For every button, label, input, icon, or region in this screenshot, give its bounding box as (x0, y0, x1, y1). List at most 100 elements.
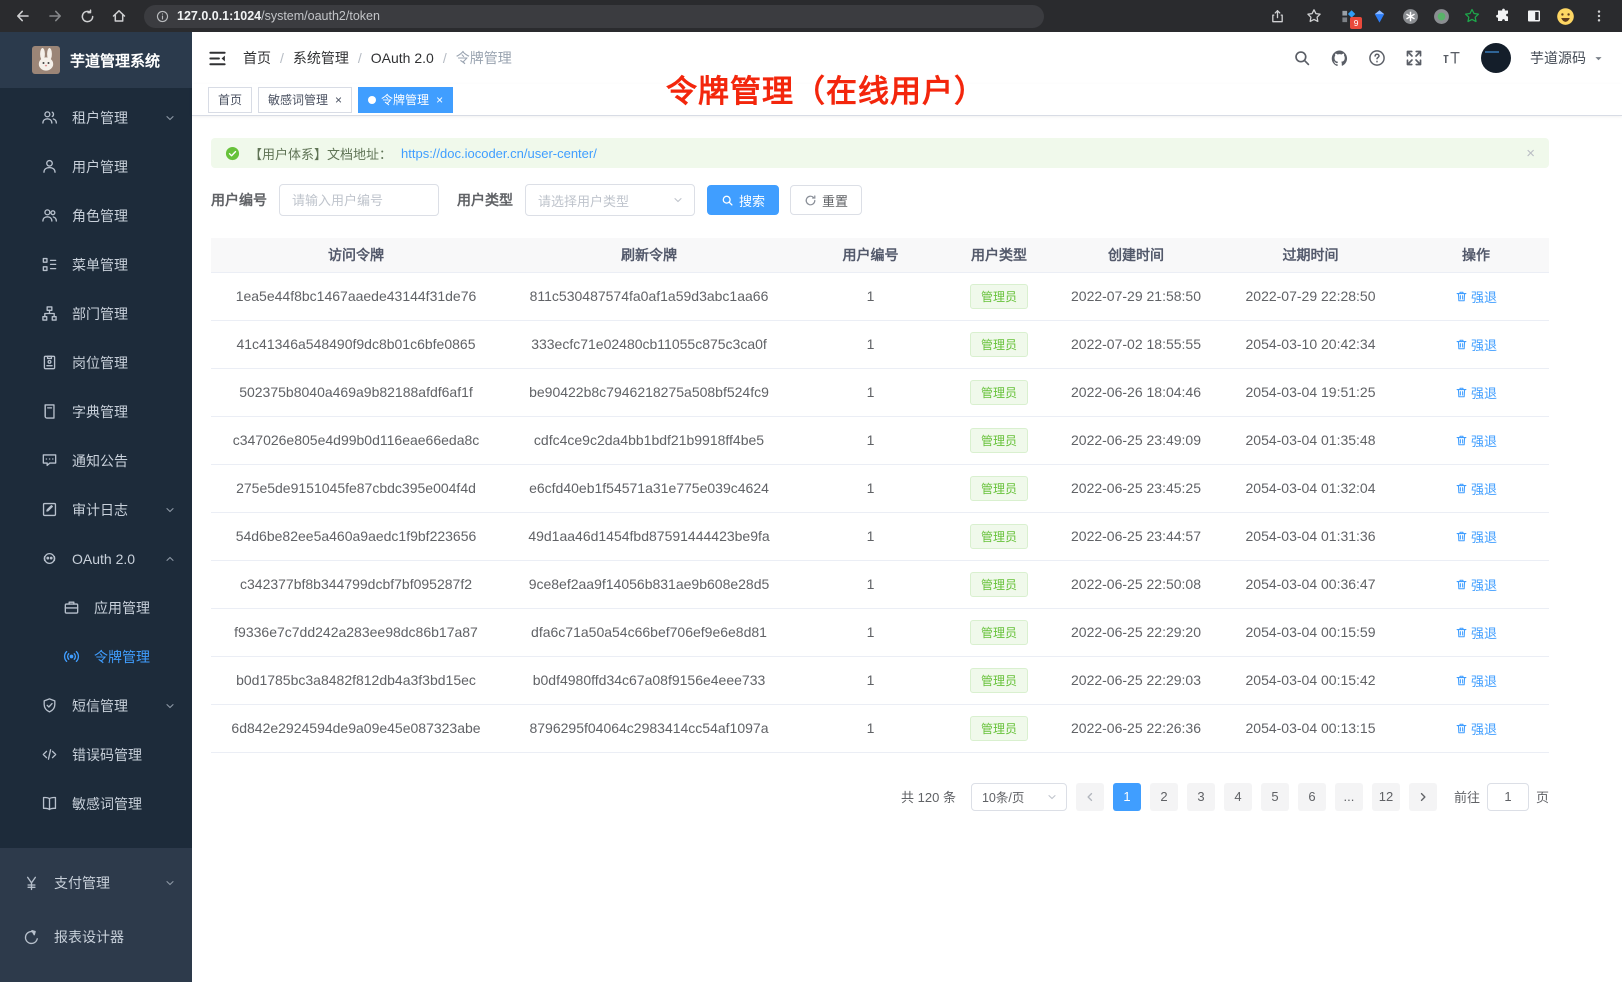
page-button-5[interactable]: 5 (1261, 783, 1289, 811)
address-bar[interactable]: 127.0.0.1:1024/system/oauth2/token (144, 5, 1044, 28)
page-size-select[interactable]: 10条/页 (971, 783, 1067, 811)
asterisk-extension-icon[interactable] (1400, 6, 1420, 26)
sidebar-item-dept[interactable]: 部门管理 (0, 289, 192, 338)
reset-button[interactable]: 重置 (790, 185, 862, 215)
page-button-6[interactable]: 6 (1298, 783, 1326, 811)
force-logout-button[interactable]: 强退 (1455, 335, 1497, 354)
user-type-badge: 管理员 (970, 668, 1028, 693)
user-type-badge: 管理员 (970, 476, 1028, 501)
site-info-icon[interactable] (156, 10, 169, 23)
page-ellipsis[interactable]: ... (1335, 783, 1363, 811)
tab-令牌管理[interactable]: 令牌管理× (358, 87, 453, 113)
reload-icon[interactable] (74, 4, 100, 28)
trash-icon (1455, 290, 1468, 303)
breadcrumb-item[interactable]: 系统管理 (293, 48, 349, 68)
goto-page-input[interactable] (1487, 783, 1529, 811)
sidebar-item-pay[interactable]: 支付管理 (0, 856, 192, 910)
sidebar-item-post[interactable]: 岗位管理 (0, 338, 192, 387)
sensitive-icon (40, 795, 58, 813)
tab-label: 敏感词管理 (268, 91, 328, 108)
force-logout-label: 强退 (1471, 335, 1497, 354)
bookmark-star-icon[interactable] (1301, 4, 1327, 28)
next-page-button[interactable] (1409, 783, 1437, 811)
app-logo[interactable]: 芋道管理系统 (0, 32, 192, 88)
sidebar-item-app[interactable]: 应用管理 (0, 583, 192, 632)
force-logout-button[interactable]: 强退 (1455, 287, 1497, 306)
notice-icon (40, 452, 58, 470)
breadcrumb: 首页/系统管理/OAuth 2.0/令牌管理 (243, 48, 512, 68)
sidebar-item-oauth[interactable]: OAuth 2.0 (0, 534, 192, 583)
force-logout-button[interactable]: 强退 (1455, 431, 1497, 450)
force-logout-button[interactable]: 强退 (1455, 383, 1497, 402)
pinned-extension-icon[interactable]: 9 (1338, 6, 1358, 26)
search-icon[interactable] (1293, 49, 1311, 67)
font-size-icon[interactable] (1442, 49, 1462, 67)
page-button-12[interactable]: 12 (1372, 783, 1400, 811)
window-extension-icon[interactable] (1524, 6, 1544, 26)
column-header: 刷新令牌 (501, 238, 797, 272)
force-logout-button[interactable]: 强退 (1455, 719, 1497, 738)
record-extension-icon[interactable] (1431, 6, 1451, 26)
page-button-1[interactable]: 1 (1113, 783, 1141, 811)
sidebar-item-role[interactable]: 角色管理 (0, 191, 192, 240)
puzzle-extension-icon[interactable] (1493, 6, 1513, 26)
tab-close-icon[interactable]: × (436, 94, 443, 106)
alert-doc-link[interactable]: https://doc.iocoder.cn/user-center/ (401, 146, 597, 161)
tab-敏感词管理[interactable]: 敏感词管理 × (258, 87, 352, 113)
tab-close-icon[interactable]: × (335, 94, 342, 106)
force-logout-button[interactable]: 强退 (1455, 479, 1497, 498)
help-icon[interactable] (1368, 49, 1386, 67)
sidebar-item-log[interactable]: 审计日志 (0, 485, 192, 534)
sidebar-item-notice[interactable]: 通知公告 (0, 436, 192, 485)
user-avatar[interactable] (1481, 43, 1511, 73)
force-logout-button[interactable]: 强退 (1455, 623, 1497, 642)
access-token-cell: c347026e805e4d99b0d116eae66eda8c (211, 416, 501, 464)
alert-close-icon[interactable]: × (1526, 145, 1535, 162)
page-button-2[interactable]: 2 (1150, 783, 1178, 811)
page-button-3[interactable]: 3 (1187, 783, 1215, 811)
force-logout-button[interactable]: 强退 (1455, 575, 1497, 594)
forward-icon[interactable] (42, 4, 68, 28)
user-id-cell: 1 (797, 608, 944, 656)
sidebar-item-report[interactable]: 报表设计器 (0, 910, 192, 964)
sidebar-item-dict[interactable]: 字典管理 (0, 387, 192, 436)
home-icon[interactable] (106, 4, 132, 28)
star-extension-icon[interactable] (1462, 6, 1482, 26)
prev-page-button[interactable] (1076, 783, 1104, 811)
force-logout-button[interactable]: 强退 (1455, 527, 1497, 546)
sidebar-item-menu[interactable]: 菜单管理 (0, 240, 192, 289)
sidebar-item-sensitive[interactable]: 敏感词管理 (0, 779, 192, 828)
page-button-4[interactable]: 4 (1224, 783, 1252, 811)
sidebar: 芋道管理系统 租户管理用户管理角色管理菜单管理部门管理岗位管理字典管理通知公告审… (0, 32, 192, 982)
force-logout-button[interactable]: 强退 (1455, 671, 1497, 690)
sidebar-item-token[interactable]: 令牌管理 (0, 632, 192, 681)
breadcrumb-item[interactable]: 首页 (243, 48, 271, 68)
chevron-down-icon (164, 112, 176, 124)
sidebar-item-tenant[interactable]: 租户管理 (0, 93, 192, 142)
back-icon[interactable] (10, 4, 36, 28)
fullscreen-icon[interactable] (1405, 49, 1423, 67)
created-time-cell: 2022-07-02 18:55:55 (1054, 320, 1218, 368)
user-id-input[interactable] (279, 184, 439, 216)
expire-time-cell: 2054-03-04 01:32:04 (1218, 464, 1403, 512)
browser-menu-icon[interactable] (1586, 4, 1612, 28)
share-icon[interactable] (1264, 4, 1290, 28)
user-menu[interactable]: 芋道源码 (1530, 48, 1604, 68)
github-icon[interactable] (1330, 49, 1349, 68)
force-logout-label: 强退 (1471, 623, 1497, 642)
user-type-select[interactable]: 请选择用户类型 (525, 184, 695, 216)
collapse-menu-icon[interactable] (208, 49, 227, 68)
expire-time-cell: 2054-03-04 00:15:42 (1218, 656, 1403, 704)
post-icon (40, 354, 58, 372)
tab-首页[interactable]: 首页 (208, 87, 252, 113)
sidebar-item-label: 错误码管理 (72, 745, 176, 765)
emoji-avatar-icon[interactable] (1555, 6, 1575, 26)
sidebar-item-sms[interactable]: 短信管理 (0, 681, 192, 730)
search-button[interactable]: 搜索 (707, 185, 779, 215)
sidebar-item-errcode[interactable]: 错误码管理 (0, 730, 192, 779)
breadcrumb-item[interactable]: OAuth 2.0 (371, 50, 434, 66)
user-type-cell: 管理员 (944, 464, 1054, 512)
gem-extension-icon[interactable] (1369, 6, 1389, 26)
sidebar-item-user[interactable]: 用户管理 (0, 142, 192, 191)
refresh-token-cell: 9ce8ef2aa9f14056b831ae9b608e28d5 (501, 560, 797, 608)
